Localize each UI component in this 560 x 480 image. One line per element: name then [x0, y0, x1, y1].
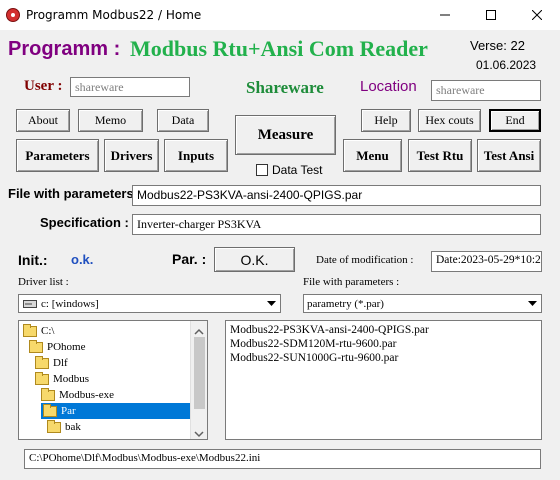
- drivers-button[interactable]: Drivers: [104, 139, 159, 172]
- tree-item-modbus[interactable]: Modbus: [35, 371, 89, 387]
- tree-item-dlf[interactable]: Dlf: [35, 355, 68, 371]
- folder-icon: [47, 419, 61, 433]
- tree-item-par[interactable]: Par: [41, 403, 191, 419]
- hex-couts-button[interactable]: Hex couts: [418, 109, 481, 132]
- folder-open-icon: [35, 371, 49, 385]
- about-button[interactable]: About: [16, 109, 70, 132]
- minimize-button[interactable]: [422, 0, 468, 30]
- test-rtu-button[interactable]: Test Rtu: [408, 139, 472, 172]
- location-field[interactable]: shareware: [431, 80, 541, 101]
- ini-path-field[interactable]: C:\POhome\Dlf\Modbus\Modbus-exe\Modbus22…: [24, 449, 541, 469]
- maximize-button[interactable]: [468, 0, 514, 30]
- maximize-icon: [486, 10, 496, 20]
- version-label: Verse: 22: [470, 38, 525, 53]
- tree-item-modbus-exe[interactable]: Modbus-exe: [41, 387, 114, 403]
- file-filter-select[interactable]: parametry (*.par): [303, 294, 542, 313]
- tree-item-bak[interactable]: bak: [47, 419, 81, 435]
- close-button[interactable]: [514, 0, 560, 30]
- measure-button[interactable]: Measure: [235, 115, 336, 155]
- folder-open-icon: [29, 339, 43, 353]
- file-params-label: File with parameters :: [8, 186, 142, 201]
- minimize-icon: [440, 14, 450, 16]
- init-label: Init.:: [18, 252, 48, 268]
- tree-scrollbar[interactable]: [190, 321, 207, 439]
- ok-button[interactable]: O.K.: [214, 247, 295, 272]
- menu-button[interactable]: Menu: [343, 139, 402, 172]
- location-label: Location: [360, 78, 417, 95]
- tree-item-pohome[interactable]: POhome: [29, 339, 86, 355]
- driver-list-label: Driver list :: [18, 276, 69, 288]
- folder-open-icon: [35, 355, 49, 369]
- test-ansi-button[interactable]: Test Ansi: [477, 139, 541, 172]
- tree-item-c[interactable]: C:\: [23, 323, 54, 339]
- app-name-heading: Modbus Rtu+Ansi Com Reader: [130, 36, 428, 61]
- programm-label: Programm :: [8, 38, 121, 60]
- version-date: 01.06.2023: [476, 58, 537, 72]
- end-button[interactable]: End: [489, 109, 541, 132]
- date-modification-field[interactable]: Date:2023-05-29*10:2: [431, 251, 542, 272]
- folder-open-icon: [23, 323, 37, 337]
- directory-tree[interactable]: C:\ POhome Dlf Modbus Modbus-exe Par bak: [18, 320, 208, 440]
- folder-open-icon: [43, 403, 57, 417]
- scroll-down-icon[interactable]: [194, 427, 204, 439]
- license-label: Shareware: [246, 78, 324, 97]
- file-list-item[interactable]: Modbus22-PS3KVA-ansi-2400-QPIGS.par: [230, 324, 429, 336]
- user-label: User :: [24, 78, 63, 94]
- file-params-field[interactable]: Modbus22-PS3KVA-ansi-2400-QPIGS.par: [132, 185, 541, 206]
- close-icon: [532, 10, 542, 20]
- file-list[interactable]: Modbus22-PS3KVA-ansi-2400-QPIGS.par Modb…: [225, 320, 542, 440]
- window-title: Programm Modbus22 / Home: [26, 8, 202, 22]
- specification-field[interactable]: Inverter-charger PS3KVA: [132, 214, 541, 235]
- app-icon[interactable]: [6, 8, 20, 22]
- parameters-button[interactable]: Parameters: [16, 139, 99, 172]
- driver-select-value: c: [windows]: [41, 297, 99, 310]
- tree-scroll-thumb[interactable]: [194, 337, 205, 409]
- file-filter-label: File with parameters :: [303, 276, 400, 288]
- inputs-button[interactable]: Inputs: [164, 139, 228, 172]
- scroll-up-icon[interactable]: [194, 324, 204, 338]
- folder-open-icon: [41, 387, 55, 401]
- file-list-item[interactable]: Modbus22-SUN1000G-rtu-9600.par: [230, 352, 398, 364]
- specification-label: Specification :: [40, 215, 129, 230]
- data-test-checkbox[interactable]: [256, 164, 268, 176]
- file-list-item[interactable]: Modbus22-SDM120M-rtu-9600.par: [230, 338, 396, 350]
- par-label: Par. :: [172, 251, 207, 267]
- file-filter-value: parametry (*.par): [307, 297, 384, 310]
- chevron-down-icon[interactable]: [264, 297, 278, 311]
- drive-icon: [23, 299, 37, 308]
- data-test-label: Data Test: [272, 163, 323, 177]
- user-field[interactable]: shareware: [70, 77, 190, 97]
- driver-select[interactable]: c: [windows]: [18, 294, 281, 313]
- data-button[interactable]: Data: [157, 109, 209, 132]
- date-modification-label: Date of modification :: [316, 254, 414, 266]
- init-status: o.k.: [71, 252, 94, 267]
- help-button[interactable]: Help: [361, 109, 411, 132]
- chevron-down-icon[interactable]: [525, 297, 539, 311]
- memo-button[interactable]: Memo: [78, 109, 143, 132]
